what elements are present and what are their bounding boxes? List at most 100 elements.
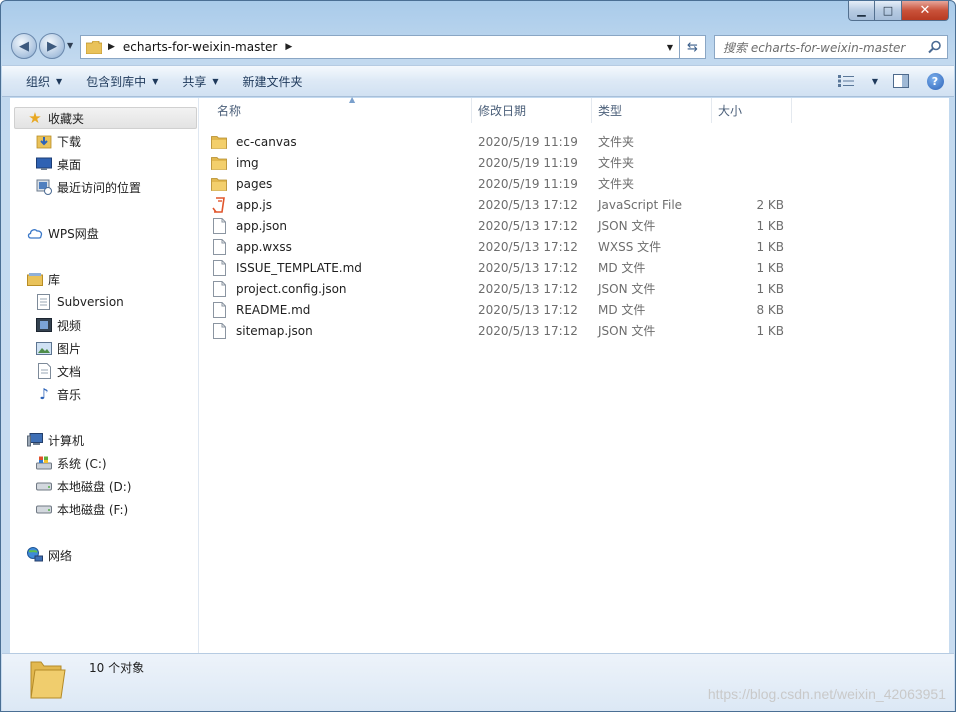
maximize-button[interactable]: □	[875, 1, 902, 21]
nav-network[interactable]: 网络	[27, 544, 72, 566]
file-icon	[211, 217, 227, 234]
nav-item-downloads[interactable]: 下载	[36, 130, 81, 152]
address-bar[interactable]: ▶ echarts-for-weixin-master ▶ ▼	[80, 35, 680, 59]
column-header-name[interactable]: 名称 ▲	[211, 95, 472, 123]
file-row[interactable]: app.wxss 2020/5/13 17:12 WXSS 文件 1 KB	[211, 236, 791, 257]
file-name-cell[interactable]: app.json	[211, 217, 287, 234]
file-type: WXSS 文件	[598, 240, 662, 254]
column-header-label: 名称	[217, 104, 242, 118]
nav-computer[interactable]: 计算机	[27, 429, 84, 451]
nav-item-desktop[interactable]: 桌面	[36, 153, 81, 175]
nav-item-drive-f[interactable]: 本地磁盘 (F:)	[36, 498, 128, 520]
breadcrumb-current-folder[interactable]: echarts-for-weixin-master	[123, 40, 277, 54]
file-size: 1 KB	[756, 239, 784, 254]
file-name-cell[interactable]: sitemap.json	[211, 322, 313, 339]
column-header-type[interactable]: 类型	[592, 98, 712, 123]
file-name-cell[interactable]: img	[211, 155, 259, 171]
column-header-date[interactable]: 修改日期	[472, 98, 592, 123]
breadcrumb-separator-icon[interactable]: ▶	[285, 42, 292, 52]
file-name-cell[interactable]: app.js	[211, 196, 272, 213]
help-icon: ?	[926, 72, 944, 90]
file-row[interactable]: project.config.json 2020/5/13 17:12 JSON 文…	[211, 278, 791, 299]
search-icon[interactable]	[928, 40, 942, 54]
file-size: 8 KB	[756, 302, 784, 317]
forward-button[interactable]: ▶	[39, 33, 65, 59]
nav-item-label: 图片	[57, 341, 82, 356]
recent-pages-dropdown[interactable]: ▼	[67, 41, 73, 50]
nav-item-label: 文档	[57, 364, 82, 379]
minimize-button[interactable]: ▁	[848, 1, 875, 21]
file-row[interactable]: app.js 2020/5/13 17:12 JavaScript File 2 KB	[211, 194, 791, 215]
computer-icon	[27, 432, 43, 448]
file-row[interactable]: app.json 2020/5/13 17:12 JSON 文件 1 KB	[211, 215, 791, 236]
file-size: 1 KB	[756, 323, 784, 338]
chevron-down-icon: ▼	[56, 76, 63, 86]
file-date: 2020/5/19 11:19	[478, 155, 578, 170]
nav-item-recent-places[interactable]: 最近访问的位置	[36, 176, 141, 198]
file-icon	[211, 238, 227, 255]
preview-pane-button[interactable]	[890, 70, 912, 92]
share-menu[interactable]: 共享 ▼	[170, 66, 230, 96]
column-header-size[interactable]: 大小	[712, 98, 792, 123]
file-row[interactable]: ISSUE_TEMPLATE.md 2020/5/13 17:12 MD 文件 1 K…	[211, 257, 791, 278]
column-header-label: 大小	[718, 104, 743, 118]
file-name-cell[interactable]: pages	[211, 176, 272, 192]
file-row[interactable]: README.md 2020/5/13 17:12 MD 文件 8 KB	[211, 299, 791, 320]
nav-favorites[interactable]: ★ 收藏夹	[14, 107, 197, 129]
file-date: 2020/5/13 17:12	[478, 218, 578, 233]
breadcrumb-separator-icon[interactable]: ▶	[108, 42, 115, 52]
search-input[interactable]: 搜索 echarts-for-weixin-master	[723, 39, 905, 56]
column-header-label: 类型	[598, 104, 623, 118]
file-row[interactable]: pages 2020/5/19 11:19 文件夹	[211, 173, 791, 194]
file-row[interactable]: sitemap.json 2020/5/13 17:12 JSON 文件 1 KB	[211, 320, 791, 341]
nav-wps-cloud[interactable]: WPS网盘	[27, 222, 99, 244]
nav-item-drive-c[interactable]: 系统 (C:)	[36, 452, 107, 474]
file-name-cell[interactable]: ec-canvas	[211, 134, 297, 150]
file-name: app.js	[236, 197, 272, 212]
help-button[interactable]: ?	[924, 70, 946, 92]
file-name-cell[interactable]: README.md	[211, 301, 310, 318]
back-button[interactable]: ◀	[11, 33, 37, 59]
nav-item-pictures[interactable]: 图片	[36, 337, 81, 359]
javascript-file-icon	[211, 196, 227, 213]
file-type: 文件夹	[598, 135, 635, 149]
close-button[interactable]: ✕	[902, 1, 949, 21]
file-row[interactable]: ec-canvas 2020/5/19 11:19 文件夹	[211, 131, 791, 152]
refresh-button[interactable]: ⇆	[680, 35, 706, 59]
nav-item-documents[interactable]: 文档	[36, 360, 81, 382]
view-options-button[interactable]: ▼	[838, 70, 878, 92]
nav-libraries[interactable]: 库	[27, 268, 60, 290]
file-list: 名称 ▲ 修改日期 类型 大小 ec-canvas 2020/5/19 11:19…	[199, 95, 949, 653]
organize-menu[interactable]: 组织 ▼	[14, 66, 74, 96]
new-folder-button[interactable]: 新建文件夹	[231, 66, 315, 96]
nav-item-drive-d[interactable]: 本地磁盘 (D:)	[36, 475, 131, 497]
file-icon	[211, 322, 227, 339]
file-name-cell[interactable]: ISSUE_TEMPLATE.md	[211, 259, 362, 276]
file-name-cell[interactable]: app.wxss	[211, 238, 292, 255]
nav-item-music[interactable]: ♪ 音乐	[36, 383, 81, 405]
cloud-icon	[27, 225, 43, 241]
include-in-library-menu[interactable]: 包含到库中 ▼	[74, 66, 170, 96]
downloads-folder-icon	[36, 133, 52, 149]
file-date: 2020/5/13 17:12	[478, 302, 578, 317]
file-row[interactable]: img 2020/5/19 11:19 文件夹	[211, 152, 791, 173]
file-type: MD 文件	[598, 261, 646, 275]
file-icon	[211, 259, 227, 276]
nav-item-subversion[interactable]: Subversion	[36, 291, 124, 313]
video-icon	[36, 317, 52, 333]
file-name: app.wxss	[236, 239, 292, 254]
file-date: 2020/5/13 17:12	[478, 197, 578, 212]
file-icon	[211, 301, 227, 318]
nav-computer-label: 计算机	[48, 433, 85, 448]
file-name-cell[interactable]: project.config.json	[211, 280, 347, 297]
navigation-pane: ★ 收藏夹 下载 桌面 最近访问的位置 WPS网盘 库 Subversion 视…	[10, 98, 199, 653]
nav-item-videos[interactable]: 视频	[36, 314, 81, 336]
nav-item-label: 音乐	[57, 387, 82, 402]
file-size: 1 KB	[756, 260, 784, 275]
search-box[interactable]: 搜索 echarts-for-weixin-master	[714, 35, 948, 59]
file-date: 2020/5/13 17:12	[478, 260, 578, 275]
file-type: MD 文件	[598, 303, 646, 317]
address-history-dropdown[interactable]: ▼	[661, 36, 679, 58]
folder-icon	[211, 155, 227, 171]
preview-pane-icon	[893, 74, 909, 88]
